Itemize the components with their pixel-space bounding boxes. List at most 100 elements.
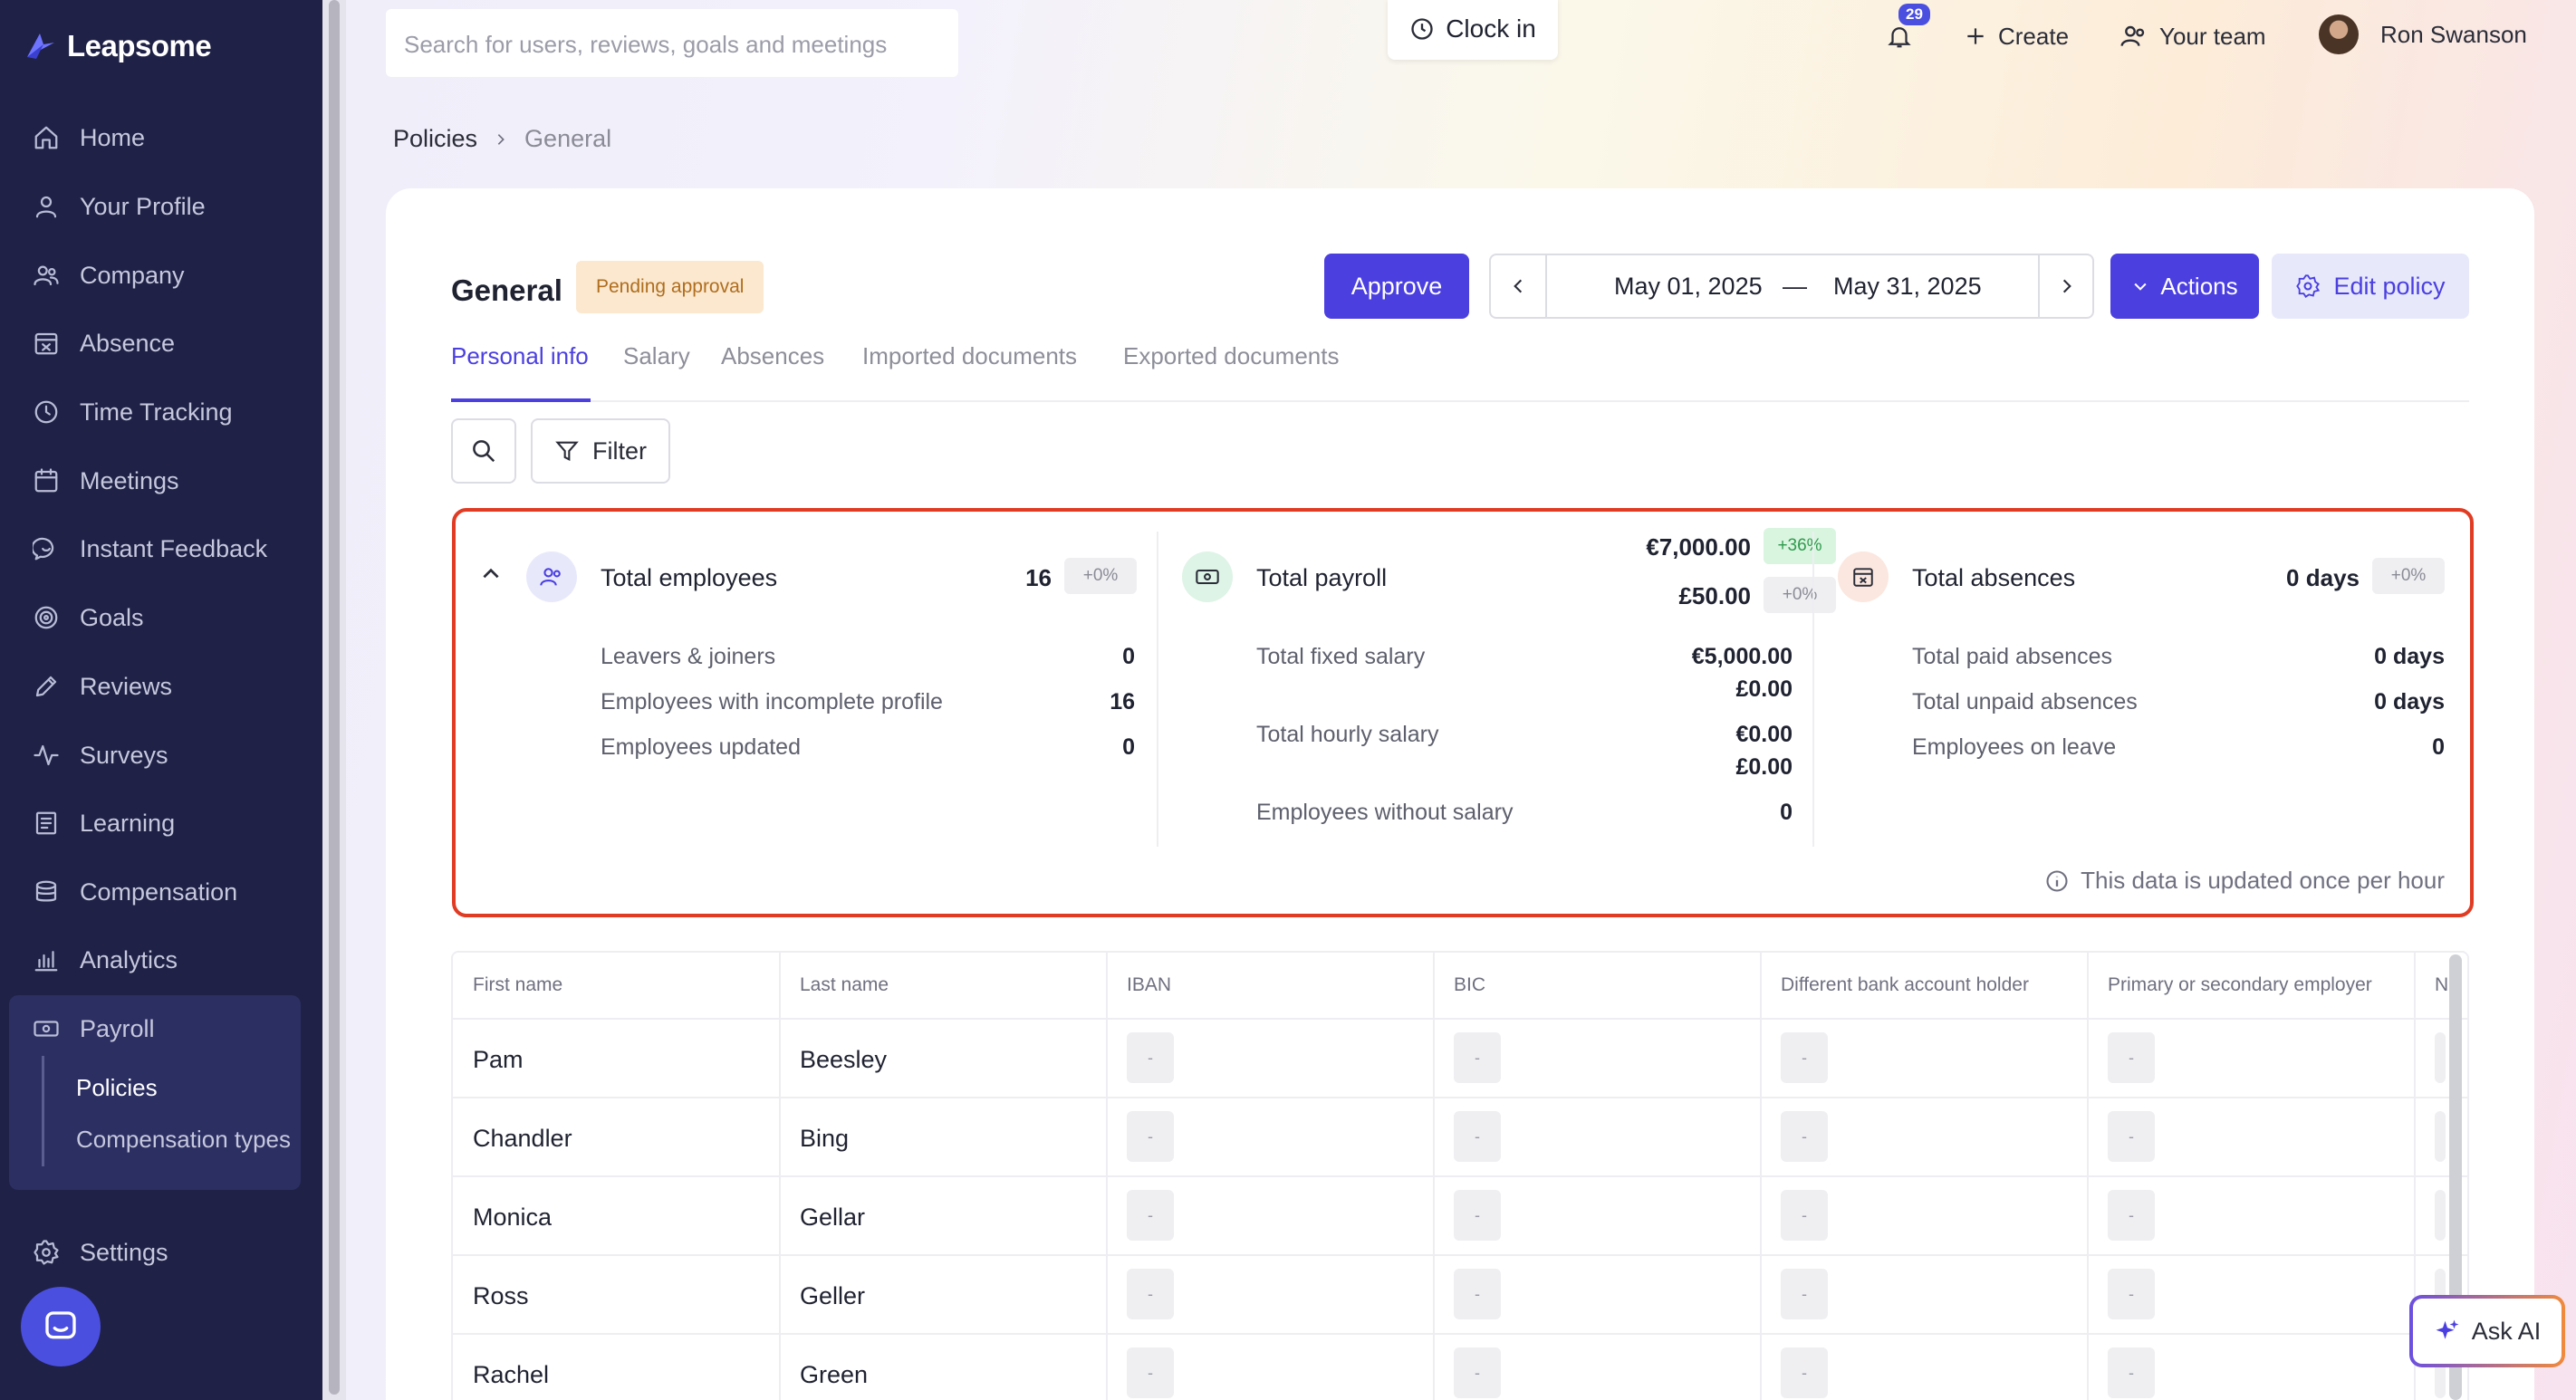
cell-iban[interactable]: - bbox=[1127, 1190, 1174, 1241]
tab-salary[interactable]: Salary bbox=[623, 342, 690, 402]
cell-iban[interactable]: - bbox=[1127, 1111, 1174, 1162]
sidebar-item-surveys[interactable]: Surveys bbox=[33, 734, 168, 777]
cell-iban[interactable]: - bbox=[1127, 1269, 1174, 1319]
chat-support-button[interactable] bbox=[21, 1287, 101, 1366]
tab-exported-documents[interactable]: Exported documents bbox=[1123, 342, 1339, 402]
cell-bic[interactable]: - bbox=[1454, 1347, 1501, 1398]
cell-last-name[interactable]: Gellar bbox=[780, 1203, 865, 1232]
cell-iban[interactable]: - bbox=[1127, 1032, 1174, 1083]
tab-absences[interactable]: Absences bbox=[721, 342, 824, 402]
sidebar-item-time-tracking[interactable]: Time Tracking bbox=[33, 390, 233, 434]
cell-first-name[interactable]: Rachel bbox=[453, 1361, 549, 1389]
clock-icon bbox=[1411, 18, 1433, 40]
sidebar-item-analytics[interactable]: Analytics bbox=[33, 938, 178, 982]
create-label: Create bbox=[1998, 22, 2070, 50]
cell-employer[interactable]: - bbox=[2108, 1269, 2155, 1319]
ask-ai-button[interactable]: Ask AI bbox=[2409, 1295, 2565, 1367]
column-header-different-bank-account-holder[interactable]: Different bank account holder bbox=[1761, 953, 2049, 1018]
sidebar-subitem-policies[interactable]: Policies bbox=[76, 1074, 158, 1102]
sidebar-item-instant-feedback[interactable]: Instant Feedback bbox=[33, 527, 267, 571]
filter-button[interactable]: Filter bbox=[531, 418, 670, 484]
absences-icon-circle bbox=[1838, 551, 1889, 602]
sidebar-item-home[interactable]: Home bbox=[33, 116, 145, 159]
pencil-icon bbox=[35, 676, 57, 697]
cell-bic[interactable]: - bbox=[1454, 1032, 1501, 1083]
create-button[interactable]: Create bbox=[1964, 16, 2069, 56]
sidebar-subitem-compensation-types[interactable]: Compensation types bbox=[76, 1126, 291, 1154]
cell-last-name[interactable]: Geller bbox=[780, 1282, 865, 1310]
next-period-button[interactable] bbox=[2040, 255, 2094, 317]
cell-first-name[interactable]: Chandler bbox=[453, 1125, 572, 1153]
breadcrumb-parent[interactable]: Policies bbox=[393, 125, 477, 153]
date-start[interactable]: May 01, 2025 bbox=[1614, 255, 1763, 317]
column-header-last-name[interactable]: Last name bbox=[780, 953, 908, 1018]
cell-bank-holder[interactable]: - bbox=[1781, 1190, 1828, 1241]
cell-iban[interactable]: - bbox=[1127, 1347, 1174, 1398]
user-menu[interactable]: Ron Swanson bbox=[2319, 14, 2527, 54]
sidebar-item-learning[interactable]: Learning bbox=[33, 801, 175, 845]
cell-employer[interactable]: - bbox=[2108, 1347, 2155, 1398]
global-search-input[interactable]: Search for users, reviews, goals and mee… bbox=[386, 9, 958, 77]
user-icon bbox=[35, 196, 57, 218]
cell-employer[interactable]: - bbox=[2108, 1190, 2155, 1241]
cell-bic[interactable]: - bbox=[1454, 1190, 1501, 1241]
leapsome-logo[interactable]: Leapsome bbox=[24, 29, 212, 63]
total-absences-value: 0 days bbox=[2286, 564, 2360, 591]
tab-imported-documents[interactable]: Imported documents bbox=[862, 342, 1077, 402]
sidebar-item-compensation[interactable]: Compensation bbox=[33, 870, 237, 914]
sidebar-item-company[interactable]: Company bbox=[33, 254, 185, 297]
sidebar-item-label: Goals bbox=[80, 603, 144, 631]
divider bbox=[1545, 255, 1547, 317]
employees-icon-circle bbox=[526, 551, 577, 602]
cell-bank-holder[interactable]: - bbox=[1781, 1111, 1828, 1162]
cell-employer[interactable]: - bbox=[2108, 1032, 2155, 1083]
scrollbar-thumb[interactable] bbox=[329, 0, 340, 1395]
cell-first-name[interactable]: Ross bbox=[453, 1282, 529, 1310]
column-header-first-name[interactable]: First name bbox=[453, 953, 582, 1018]
payroll-icon-circle bbox=[1182, 551, 1233, 602]
cell-bank-holder[interactable]: - bbox=[1781, 1347, 1828, 1398]
sidebar-item-payroll[interactable]: Payroll bbox=[33, 1007, 155, 1050]
total-absences-change: +0% bbox=[2372, 558, 2445, 594]
cell-bic[interactable]: - bbox=[1454, 1111, 1501, 1162]
cell-truncated[interactable] bbox=[2435, 1111, 2446, 1162]
total-employees-value: 16 bbox=[1025, 564, 1052, 591]
edit-policy-button[interactable]: Edit policy bbox=[2272, 254, 2469, 319]
date-range-picker: May 01, 2025 — May 31, 2025 bbox=[1489, 254, 2094, 319]
cell-bank-holder[interactable]: - bbox=[1781, 1032, 1828, 1083]
cell-last-name[interactable]: Beesley bbox=[780, 1046, 887, 1074]
row-divider bbox=[453, 1333, 2467, 1335]
cell-first-name[interactable]: Monica bbox=[453, 1203, 552, 1232]
chevron-up-icon[interactable] bbox=[479, 562, 503, 586]
date-end[interactable]: May 31, 2025 bbox=[1833, 255, 1982, 317]
ask-ai-label: Ask AI bbox=[2471, 1317, 2542, 1345]
sidebar-item-goals[interactable]: Goals bbox=[33, 596, 144, 639]
cell-truncated[interactable] bbox=[2435, 1190, 2446, 1241]
cell-employer[interactable]: - bbox=[2108, 1111, 2155, 1162]
sidebar-item-settings[interactable]: Settings bbox=[33, 1231, 168, 1274]
clock-in-button[interactable]: Clock in bbox=[1388, 0, 1558, 60]
table-search-button[interactable] bbox=[451, 418, 516, 484]
sidebar-item-absence[interactable]: Absence bbox=[33, 321, 175, 365]
status-badge: Pending approval bbox=[576, 261, 764, 313]
tab-personal-info[interactable]: Personal info bbox=[451, 342, 591, 402]
column-header-iban[interactable]: IBAN bbox=[1107, 953, 1191, 1018]
cell-last-name[interactable]: Bing bbox=[780, 1125, 849, 1153]
sidebar-scrollbar[interactable] bbox=[322, 0, 346, 1400]
column-header-primary-or-secondary-employer[interactable]: Primary or secondary employer bbox=[2088, 953, 2392, 1018]
payroll-summary-panel: Total employees 16 +0% Leavers & joiners… bbox=[452, 508, 2474, 917]
cell-first-name[interactable]: Pam bbox=[453, 1046, 524, 1074]
sidebar-item-your-profile[interactable]: Your Profile bbox=[33, 185, 206, 228]
your-team-button[interactable]: Your team bbox=[2119, 16, 2266, 56]
cell-bic[interactable]: - bbox=[1454, 1269, 1501, 1319]
sidebar-item-meetings[interactable]: Meetings bbox=[33, 459, 179, 503]
sidebar-item-reviews[interactable]: Reviews bbox=[33, 665, 172, 708]
previous-period-button[interactable] bbox=[1491, 255, 1545, 317]
cell-truncated[interactable] bbox=[2435, 1032, 2446, 1083]
column-header-bic[interactable]: BIC bbox=[1434, 953, 1505, 1018]
cell-bank-holder[interactable]: - bbox=[1781, 1269, 1828, 1319]
actions-dropdown-button[interactable]: Actions bbox=[2110, 254, 2259, 319]
total-employees-title: Total employees bbox=[601, 564, 778, 591]
cell-last-name[interactable]: Green bbox=[780, 1361, 868, 1389]
approve-button[interactable]: Approve bbox=[1324, 254, 1469, 319]
